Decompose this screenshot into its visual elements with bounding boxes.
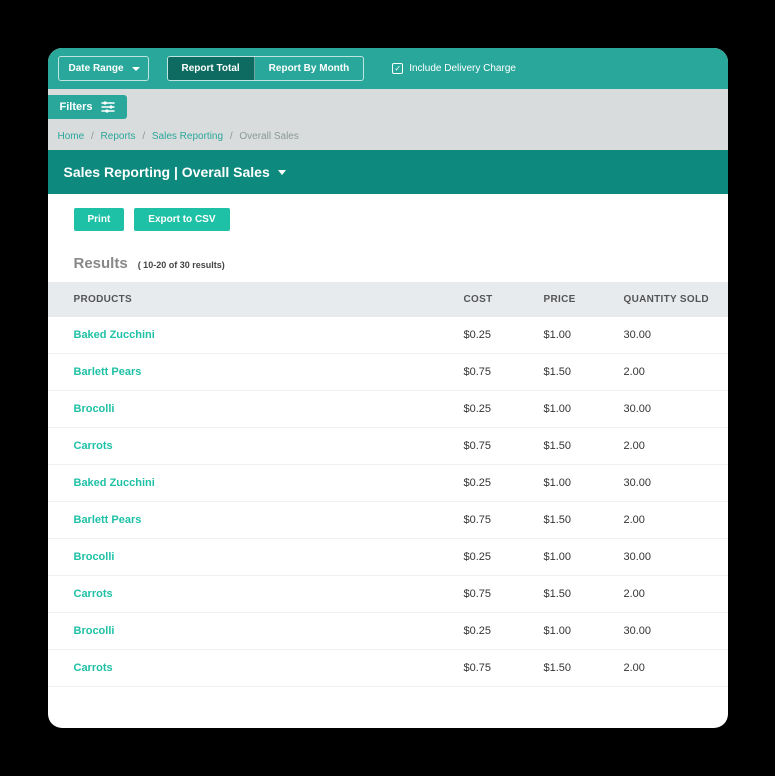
breadcrumb-sep: / [142,131,145,142]
table-row: Barlett Pears$0.75$1.502.00 [48,502,728,539]
cell-price: $1.50 [544,366,624,378]
cell-cost: $0.75 [464,588,544,600]
page-title: Sales Reporting | Overall Sales [64,164,270,180]
product-link[interactable]: Carrots [74,662,464,674]
cell-price: $1.50 [544,514,624,526]
table-row: Carrots$0.75$1.502.00 [48,650,728,687]
cell-quantity: 2.00 [624,514,728,526]
cell-price: $1.00 [544,551,624,563]
table-row: Brocolli$0.25$1.0030.00 [48,539,728,576]
cell-price: $1.00 [544,477,624,489]
cell-quantity: 2.00 [624,366,728,378]
cell-quantity: 2.00 [624,440,728,452]
cell-quantity: 30.00 [624,551,728,563]
col-header-products[interactable]: PRODUCTS [74,294,464,305]
product-link[interactable]: Baked Zucchini [74,329,464,341]
cell-cost: $0.25 [464,403,544,415]
date-range-label: Date Range [69,63,124,74]
col-header-price[interactable]: PRICE [544,294,624,305]
cell-price: $1.00 [544,329,624,341]
date-range-button[interactable]: Date Range [58,56,149,81]
col-header-quantity[interactable]: QUANTITY SOLD [624,294,728,305]
filters-bar: Filters [48,89,728,125]
chevron-down-icon [278,170,286,175]
table-body: Baked Zucchini$0.25$1.0030.00Barlett Pea… [48,317,728,687]
tab-label: Report By Month [269,63,350,74]
table-row: Carrots$0.75$1.502.00 [48,428,728,465]
breadcrumb-sep: / [230,131,233,142]
breadcrumb-reports[interactable]: Reports [101,131,136,142]
table-row: Baked Zucchini$0.25$1.0030.00 [48,317,728,354]
product-link[interactable]: Baked Zucchini [74,477,464,489]
cell-quantity: 30.00 [624,329,728,341]
app-inner: Date Range Report Total Report By Month … [48,48,728,687]
checkbox-label: Include Delivery Charge [409,63,516,74]
chevron-down-icon [132,67,140,71]
cell-cost: $0.75 [464,662,544,674]
page-title-bar[interactable]: Sales Reporting | Overall Sales [48,150,728,194]
breadcrumb-sales-reporting[interactable]: Sales Reporting [152,131,223,142]
print-button[interactable]: Print [74,208,125,231]
results-title: Results [74,255,128,272]
report-tab-group: Report Total Report By Month [167,56,365,81]
table-row: Carrots$0.75$1.502.00 [48,576,728,613]
tab-report-by-month[interactable]: Report By Month [255,57,364,80]
product-link[interactable]: Brocolli [74,551,464,563]
cell-quantity: 2.00 [624,588,728,600]
cell-cost: $0.75 [464,366,544,378]
breadcrumb-current: Overall Sales [239,131,298,142]
cell-cost: $0.75 [464,440,544,452]
table-header: PRODUCTS COST PRICE QUANTITY SOLD [48,282,728,317]
breadcrumb-sep: / [91,131,94,142]
table-row: Barlett Pears$0.75$1.502.00 [48,354,728,391]
cell-price: $1.50 [544,662,624,674]
filters-button[interactable]: Filters [48,95,127,119]
product-link[interactable]: Barlett Pears [74,366,464,378]
col-header-cost[interactable]: COST [464,294,544,305]
cell-price: $1.00 [544,403,624,415]
export-csv-button[interactable]: Export to CSV [134,208,229,231]
include-delivery-checkbox[interactable]: ✓ Include Delivery Charge [392,63,516,74]
top-bar: Date Range Report Total Report By Month … [48,48,728,89]
cell-quantity: 30.00 [624,625,728,637]
tab-report-total[interactable]: Report Total [168,57,255,80]
cell-price: $1.00 [544,625,624,637]
cell-cost: $0.25 [464,551,544,563]
cell-quantity: 30.00 [624,477,728,489]
filters-label: Filters [60,101,93,113]
results-count: ( 10-20 of 30 results) [138,260,225,270]
cell-cost: $0.25 [464,477,544,489]
cell-cost: $0.25 [464,329,544,341]
table-row: Brocolli$0.25$1.0030.00 [48,391,728,428]
tab-label: Report Total [182,63,240,74]
cell-price: $1.50 [544,440,624,452]
cell-cost: $0.25 [464,625,544,637]
table-row: Baked Zucchini$0.25$1.0030.00 [48,465,728,502]
product-link[interactable]: Brocolli [74,625,464,637]
checkbox-icon: ✓ [392,63,403,74]
product-link[interactable]: Brocolli [74,403,464,415]
product-link[interactable]: Barlett Pears [74,514,464,526]
breadcrumb-home[interactable]: Home [58,131,85,142]
sliders-icon [101,101,115,113]
product-link[interactable]: Carrots [74,588,464,600]
results-heading: Results ( 10-20 of 30 results) [48,237,728,282]
cell-quantity: 2.00 [624,662,728,674]
table-row: Brocolli$0.25$1.0030.00 [48,613,728,650]
breadcrumb: Home / Reports / Sales Reporting / Overa… [48,125,728,150]
product-link[interactable]: Carrots [74,440,464,452]
cell-quantity: 30.00 [624,403,728,415]
app-frame: Date Range Report Total Report By Month … [48,48,728,728]
cell-price: $1.50 [544,588,624,600]
action-row: Print Export to CSV [48,194,728,237]
cell-cost: $0.75 [464,514,544,526]
